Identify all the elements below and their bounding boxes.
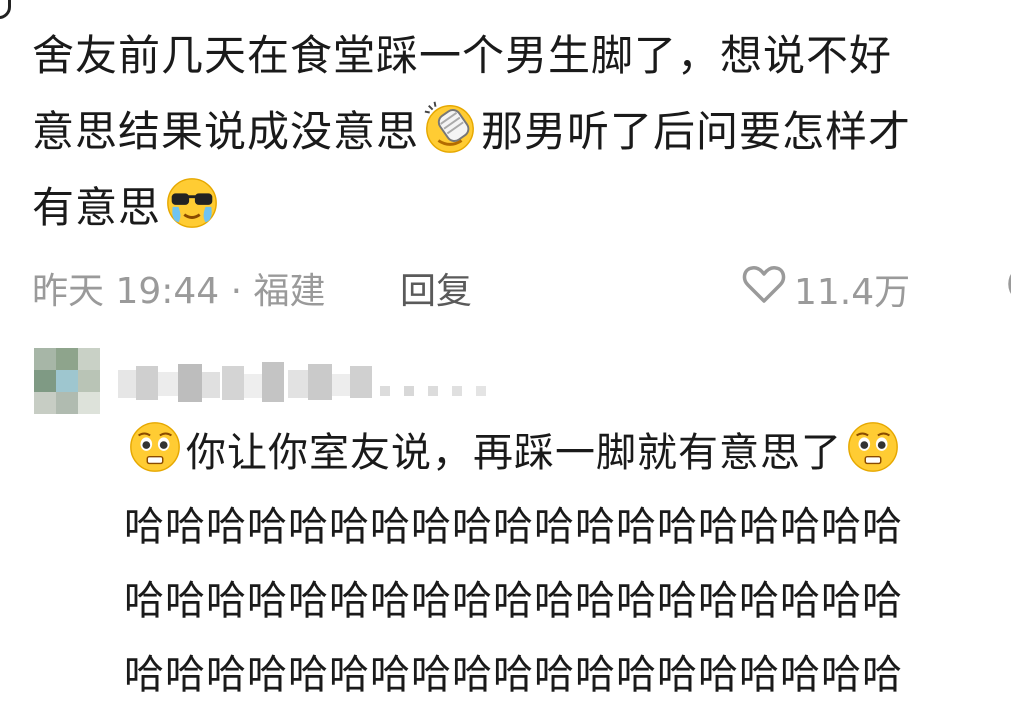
comment-laugh-line-2: 哈哈哈哈哈哈哈哈哈哈哈哈哈哈哈哈哈哈哈 — [124, 578, 903, 624]
heart-icon — [740, 260, 788, 317]
reply-button[interactable]: 回复 — [400, 262, 472, 314]
post-content: 舍友前几天在食堂踩一个男生脚了，想说不好 意思结果说成没意思 那男听了后问要怎样… — [32, 18, 1011, 246]
sunglasses-tears-emoji-icon — [163, 174, 221, 232]
post-meta-bar: 昨天 19:44 · 福建 回复 11.4万 — [32, 258, 1011, 314]
pleading-emoji-icon — [844, 418, 902, 476]
post-line-3: 有意思 — [32, 170, 1011, 246]
comment-body: 你让你室友说，再踩一脚就有意思了 哈哈哈哈哈哈哈哈哈哈哈哈哈哈哈哈哈哈哈 哈哈哈… — [124, 416, 904, 712]
post-line-2-part-2: 那男听了后问要怎样才 — [481, 107, 912, 156]
pleading-emoji-icon — [126, 418, 184, 476]
timestamp-location: 昨天 19:44 · 福建 — [32, 271, 326, 312]
comment-icon[interactable] — [1000, 260, 1011, 317]
post-line-1: 舍友前几天在食堂踩一个男生脚了，想说不好 — [32, 31, 893, 80]
comment-laugh-line-3: 哈哈哈哈哈哈哈哈哈哈哈哈哈哈哈哈哈哈哈 — [124, 652, 903, 698]
like-button[interactable]: 11.4万 — [740, 260, 910, 317]
post-line-2-part-1: 意思结果说成没意思 — [32, 107, 420, 156]
comment-laugh-line-1: 哈哈哈哈哈哈哈哈哈哈哈哈哈哈哈哈哈哈哈 — [124, 504, 903, 550]
scroll-edge-indicator — [0, 0, 11, 19]
facepalm-emoji-icon — [421, 98, 479, 156]
comment-line-1: 你让你室友说，再踩一脚就有意思了 — [124, 416, 904, 490]
post-line-2: 意思结果说成没意思 那男听了后问要怎样才 — [32, 94, 1011, 170]
like-count: 11.4万 — [794, 271, 911, 313]
username-blurred[interactable] — [118, 362, 518, 406]
avatar[interactable] — [34, 348, 100, 414]
comment-text: 你让你室友说，再踩一脚就有意思了 — [186, 430, 842, 476]
post-line-3-text: 有意思 — [32, 183, 162, 232]
